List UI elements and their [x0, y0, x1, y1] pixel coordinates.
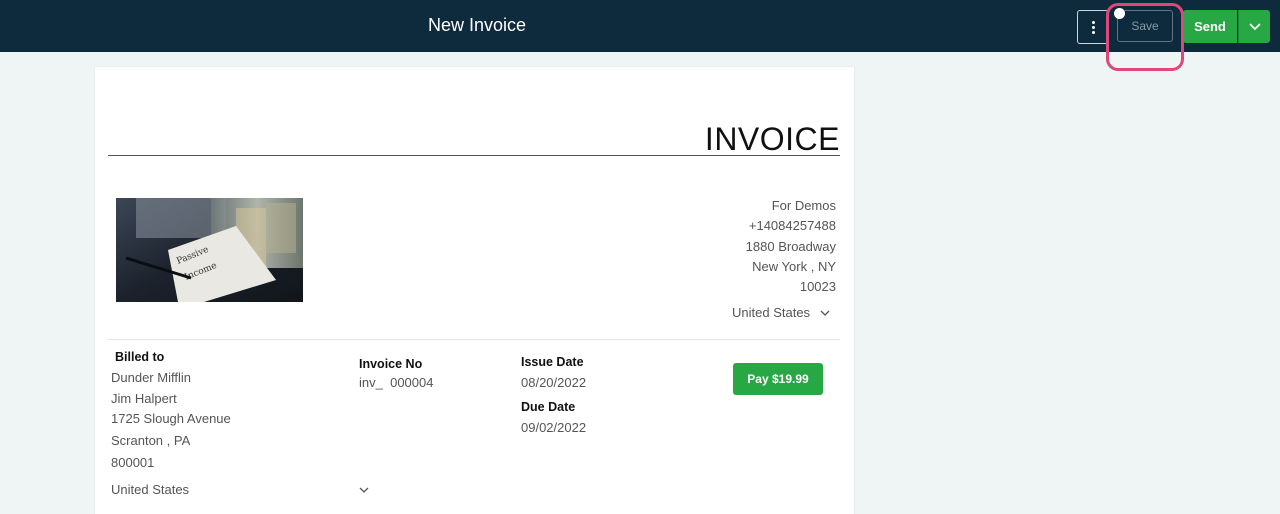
- sender-country: United States: [732, 305, 811, 320]
- sender-zip: 10023: [799, 279, 836, 295]
- billed-to-address[interactable]: Dunder Mifflin Jim Halpert 1725 Slough A…: [111, 368, 231, 474]
- more-vertical-icon: [1091, 20, 1095, 34]
- company-logo[interactable]: Passive Income: [116, 198, 303, 302]
- chevron-down-icon: [359, 487, 369, 493]
- page-title: New Invoice: [428, 15, 527, 35]
- cursor-indicator: [1114, 8, 1125, 19]
- billed-country: United States: [111, 482, 190, 497]
- invoice-heading: INVOICE: [704, 121, 840, 157]
- sender-phone: +14084257488: [748, 218, 836, 234]
- chevron-down-icon: [1248, 22, 1261, 30]
- billed-contact: Jim Halpert: [111, 390, 177, 406]
- logo-photo: Passive Income: [116, 198, 303, 302]
- sender-street: 1880 Broadway: [745, 238, 836, 254]
- send-button[interactable]: Send: [1183, 10, 1237, 43]
- issue-date-label: Issue Date: [521, 355, 584, 369]
- top-bar: New Invoice Save Send: [0, 0, 1280, 52]
- due-date-field[interactable]: 09/02/2022: [521, 420, 586, 435]
- invoice-no-label: Invoice No: [359, 357, 423, 371]
- sender-city-state: New York , NY: [752, 258, 836, 274]
- billed-company: Dunder Mifflin: [111, 370, 191, 385]
- sender-name: For Demos: [771, 198, 836, 213]
- invoice-no-field[interactable]: inv_ 000004: [359, 375, 433, 390]
- due-date-label: Due Date: [521, 400, 576, 414]
- more-options-button[interactable]: [1077, 10, 1109, 44]
- billed-street: 1725 Slough Avenue: [111, 411, 231, 426]
- heading-divider: [108, 155, 840, 156]
- billed-zip: 800001: [111, 455, 155, 470]
- sender-address[interactable]: For Demos +14084257488 1880 Broadway New…: [746, 196, 836, 297]
- send-options-button[interactable]: [1238, 10, 1270, 43]
- pay-button[interactable]: Pay $19.99: [733, 363, 823, 395]
- billed-city-state: Scranton , PA: [111, 433, 191, 448]
- sender-country-select[interactable]: United States: [732, 305, 830, 320]
- billed-to-label: Billed to: [115, 350, 165, 364]
- save-button[interactable]: Save: [1117, 10, 1173, 42]
- issue-date-field[interactable]: 08/20/2022: [521, 375, 586, 390]
- billed-country-select[interactable]: United States: [111, 482, 369, 497]
- section-divider: [108, 339, 840, 340]
- invoice-no-number: 000004: [390, 375, 434, 390]
- invoice-no-prefix: inv_: [359, 375, 383, 390]
- chevron-down-icon: [820, 310, 830, 316]
- invoice-document: INVOICE Passive Income For Demos +140842…: [95, 67, 854, 514]
